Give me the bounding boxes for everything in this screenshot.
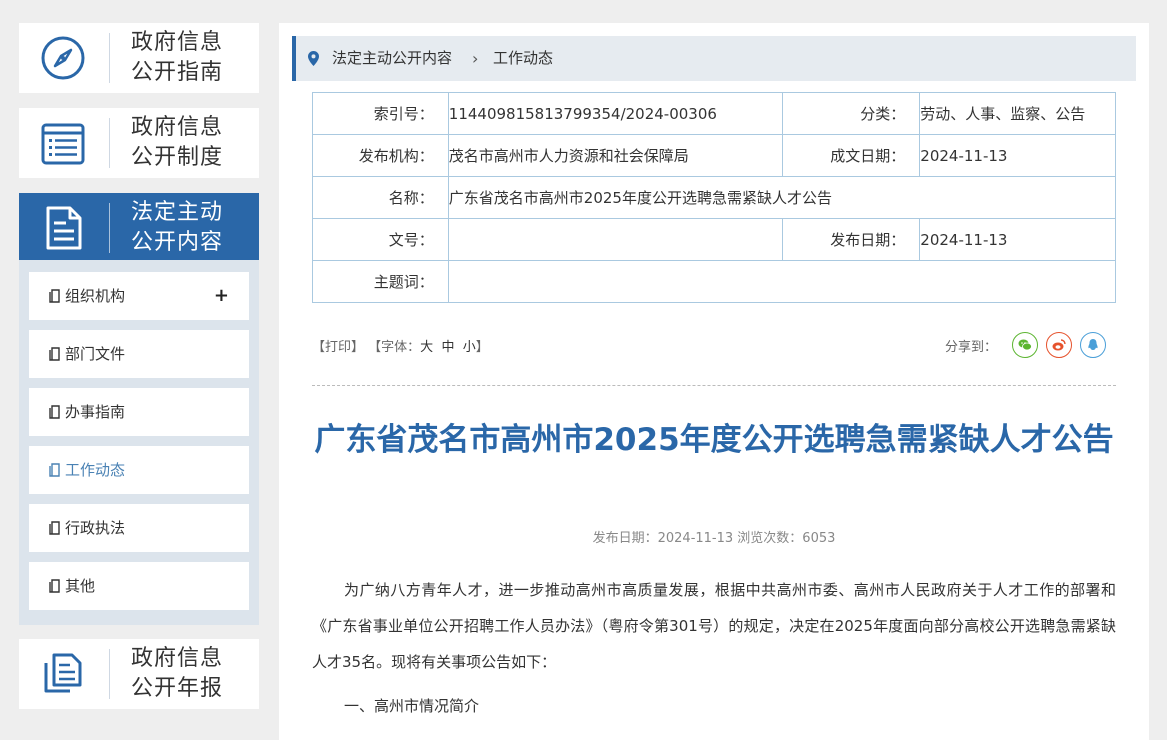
- breadcrumb-link-work-news[interactable]: 工作动态: [493, 36, 553, 81]
- table-row: 索引号： 114409815813799354/2024-00306 分类： 劳…: [312, 92, 1116, 135]
- subnav-item-label: 办事指南: [65, 403, 126, 421]
- dashed-divider: [312, 385, 1116, 386]
- created-date-value: 2024-11-13: [919, 134, 1116, 177]
- article-tools: 【打印】 【字体：大 中 小】: [312, 336, 489, 355]
- font-size-suffix: 】: [475, 340, 489, 355]
- nav-disclosure-card[interactable]: 法定主动公开内容: [19, 193, 259, 260]
- expand-plus-icon[interactable]: +: [214, 272, 229, 320]
- table-row: 发布机构： 茂名市高州市人力资源和社会保障局 成文日期： 2024-11-13: [312, 134, 1116, 177]
- doc-number-label: 文号：: [312, 218, 449, 261]
- table-row: 文号： 发布日期： 2024-11-13: [312, 218, 1116, 261]
- breadcrumb: 法定主动公开内容 › 工作动态: [292, 36, 1136, 81]
- list-document-icon: [41, 123, 85, 165]
- document-icon: [49, 463, 60, 477]
- card-divider: [109, 118, 110, 168]
- article-body: 为广纳八方青年人才，进一步推动高州市高质量发展，根据中共高州市委、高州市人民政府…: [312, 572, 1116, 724]
- document-icon: [49, 521, 60, 535]
- nav-disclosure-label: 法定主动公开内容: [131, 200, 224, 255]
- nav-system-card[interactable]: 政府信息公开制度: [19, 108, 259, 178]
- main-content: 法定主动公开内容 › 工作动态 索引号： 114409815813799354/…: [279, 23, 1149, 740]
- nav-system-label: 政府信息公开制度: [131, 115, 224, 170]
- card-divider: [109, 33, 110, 83]
- subnav-item-label: 组织机构: [65, 287, 126, 305]
- document-icon: [49, 579, 60, 593]
- print-button[interactable]: 【打印】: [312, 340, 364, 355]
- chevron-right-icon: ›: [472, 49, 479, 68]
- doc-number-value: [447, 218, 783, 261]
- index-value: 114409815813799354/2024-00306: [447, 92, 783, 135]
- subnav-item-label: 其他: [65, 577, 96, 595]
- category-label: 分类：: [781, 92, 921, 135]
- sidebar: 政府信息公开指南 政府信息公开制度 法定主动公开内容 组织机构 + 部门文件 办…: [19, 23, 259, 724]
- font-size-prefix: 【字体：: [368, 340, 421, 355]
- font-medium-button[interactable]: 中: [441, 340, 454, 355]
- subnav-item-service-guide[interactable]: 办事指南: [29, 388, 249, 436]
- publish-date-value: 2024-11-13: [919, 218, 1116, 261]
- share-weibo-button[interactable]: [1046, 332, 1072, 358]
- location-pin-icon: [308, 51, 319, 66]
- subnav-item-other[interactable]: 其他: [29, 562, 249, 610]
- share-qq-button[interactable]: [1080, 332, 1106, 358]
- article-title: 广东省茂名市高州市2025年度公开选聘急需紧缺人才公告: [314, 422, 1114, 458]
- weibo-icon: [1052, 339, 1066, 351]
- article-publish-info: 发布日期：2024-11-13 浏览次数：6053: [592, 531, 836, 546]
- qq-icon: [1088, 339, 1098, 350]
- publisher-value: 茂名市高州市人力资源和社会保障局: [447, 134, 783, 177]
- created-date-label: 成文日期：: [781, 134, 921, 177]
- report-icon: [44, 653, 82, 693]
- publisher-label: 发布机构：: [312, 134, 449, 177]
- name-label: 名称：: [312, 176, 449, 219]
- nav-guide-label: 政府信息公开指南: [131, 30, 224, 85]
- document-meta-table: 索引号： 114409815813799354/2024-00306 分类： 劳…: [312, 92, 1117, 303]
- subnav-item-label: 行政执法: [65, 519, 126, 537]
- nav-guide-card[interactable]: 政府信息公开指南: [19, 23, 259, 93]
- subnav-item-work-news[interactable]: 工作动态: [29, 446, 249, 494]
- keywords-value: [447, 260, 1117, 303]
- document-icon: [49, 405, 60, 419]
- card-divider: [109, 203, 110, 253]
- document-icon: [49, 289, 60, 303]
- breadcrumb-link-disclosure[interactable]: 法定主动公开内容: [332, 36, 452, 81]
- compass-icon: [41, 36, 85, 80]
- nav-annual-report-label: 政府信息公开年报: [131, 646, 224, 701]
- document-icon: [49, 347, 60, 361]
- index-label: 索引号：: [312, 92, 449, 135]
- table-row: 名称： 广东省茂名市高州市2025年度公开选聘急需紧缺人才公告: [312, 176, 1117, 219]
- subnav-item-label: 部门文件: [65, 345, 126, 363]
- subnav-item-law-enforcement[interactable]: 行政执法: [29, 504, 249, 552]
- subnav-item-organization[interactable]: 组织机构 +: [29, 272, 249, 320]
- table-row: 主题词：: [312, 260, 1117, 303]
- share-label: 分享到：: [945, 340, 998, 355]
- publish-date-label: 发布日期：: [781, 218, 921, 261]
- document-icon: [46, 206, 82, 250]
- subnav-item-label: 工作动态: [65, 461, 126, 479]
- card-divider: [109, 649, 110, 699]
- wechat-icon: [1018, 339, 1032, 351]
- keywords-label: 主题词：: [312, 260, 449, 303]
- font-large-button[interactable]: 大: [420, 340, 433, 355]
- category-value: 劳动、人事、监察、公告: [919, 92, 1116, 135]
- font-small-button[interactable]: 小: [463, 340, 476, 355]
- name-value: 广东省茂名市高州市2025年度公开选聘急需紧缺人才公告: [447, 176, 1117, 219]
- disclosure-subnav: 组织机构 + 部门文件 办事指南 工作动态 行政执法 其他: [19, 260, 259, 625]
- share-wechat-button[interactable]: [1012, 332, 1038, 358]
- nav-annual-report-card[interactable]: 政府信息公开年报: [19, 639, 259, 709]
- subnav-item-department-files[interactable]: 部门文件: [29, 330, 249, 378]
- article-section-heading: 一、高州市情况简介: [344, 697, 480, 715]
- article-paragraph: 为广纳八方青年人才，进一步推动高州市高质量发展，根据中共高州市委、高州市人民政府…: [312, 581, 1116, 671]
